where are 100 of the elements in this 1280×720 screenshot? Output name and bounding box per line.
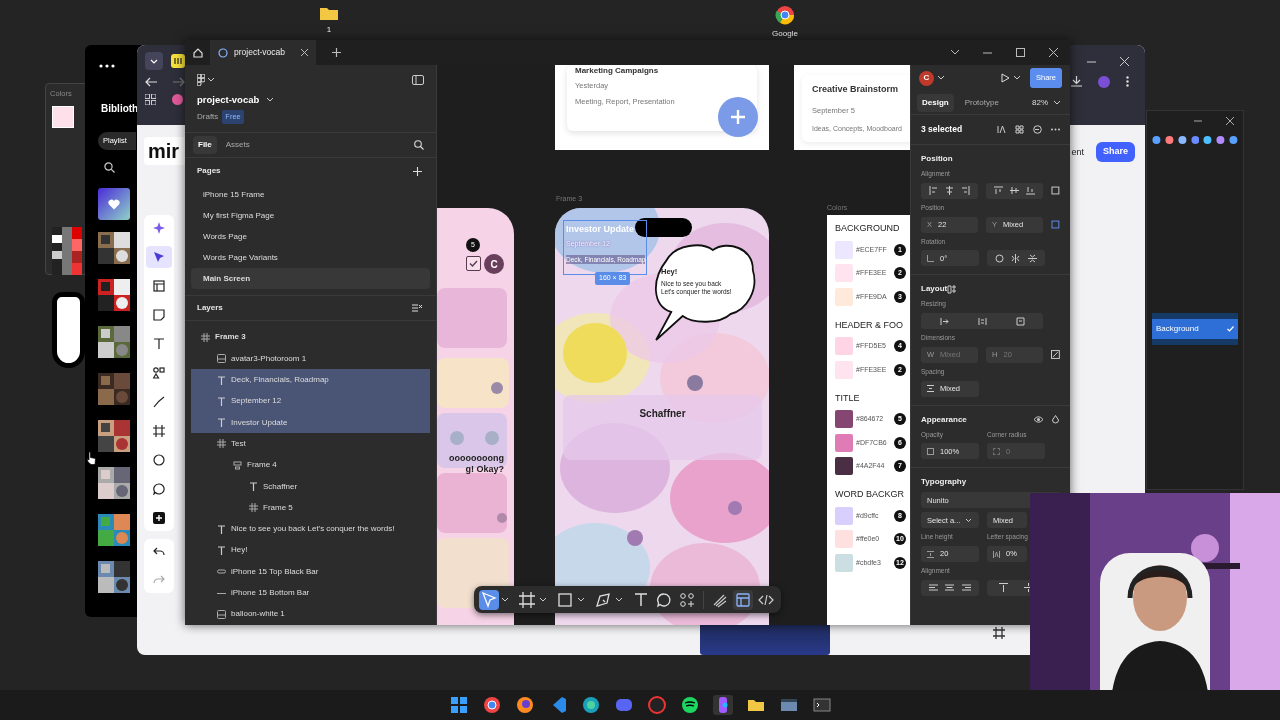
layer-item[interactable]: Investor Update xyxy=(191,412,430,434)
layout-icon[interactable] xyxy=(153,280,165,292)
rotate-icon[interactable] xyxy=(994,253,1004,263)
layer-item[interactable]: avatar3-Photoroom 1 xyxy=(191,348,430,370)
layer-item[interactable]: iPhone 15 Bottom Bar xyxy=(191,582,430,604)
add-icon[interactable] xyxy=(413,166,422,176)
frame-tool-button[interactable] xyxy=(517,589,537,610)
align-middle-icon[interactable] xyxy=(1010,186,1020,196)
undo-icon[interactable] xyxy=(153,546,165,558)
chat-icon[interactable] xyxy=(153,483,165,495)
layer-item[interactable]: Hey! xyxy=(191,539,430,562)
list-icon[interactable] xyxy=(412,303,422,312)
sidebar-toggle-icon[interactable] xyxy=(412,75,424,85)
minimize-icon[interactable] xyxy=(1194,117,1202,125)
caret-icon[interactable] xyxy=(938,76,944,80)
page-item[interactable]: Words Page xyxy=(191,226,430,248)
move-tool-button[interactable] xyxy=(479,589,499,610)
sticky-note-icon[interactable] xyxy=(153,309,165,321)
shapes-icon[interactable] xyxy=(153,367,165,379)
panel-tab[interactable]: Design xyxy=(917,93,954,112)
taskbar-button[interactable] xyxy=(679,695,700,715)
avatar-icon[interactable] xyxy=(1098,76,1110,88)
align-bottom-icon[interactable] xyxy=(1026,186,1036,196)
download-icon[interactable] xyxy=(1071,76,1082,87)
target-icon[interactable] xyxy=(1033,125,1042,134)
figma-logo-icon[interactable] xyxy=(197,74,205,86)
caret-icon[interactable] xyxy=(208,78,214,82)
pen-icon[interactable] xyxy=(153,396,165,408)
forward-icon[interactable] xyxy=(173,77,185,87)
layer-item[interactable]: Frame 5 xyxy=(191,497,430,519)
caret-icon[interactable] xyxy=(502,597,508,602)
caret-icon[interactable] xyxy=(1014,76,1020,80)
align-left-icon[interactable] xyxy=(928,583,938,593)
maximize-icon[interactable] xyxy=(1016,48,1025,57)
back-icon[interactable] xyxy=(145,77,157,87)
align-top-icon[interactable] xyxy=(999,583,1008,593)
home-icon[interactable] xyxy=(192,47,203,58)
file-name[interactable]: project-vocab xyxy=(197,93,260,108)
search-icon[interactable] xyxy=(104,162,115,173)
chevron-down-icon[interactable] xyxy=(951,50,959,55)
resize-icon[interactable] xyxy=(1051,350,1060,360)
pointer-icon[interactable] xyxy=(153,251,165,263)
close-icon[interactable] xyxy=(1120,56,1129,66)
panel-tab[interactable]: Prototype xyxy=(959,93,1004,112)
flip-horizontal-icon[interactable] xyxy=(1011,253,1021,263)
layer-item[interactable]: iPhone 15 Top Black Bar xyxy=(191,561,430,583)
search-icon[interactable] xyxy=(414,139,424,150)
align-right-icon[interactable] xyxy=(961,186,971,196)
text-size-icon[interactable] xyxy=(997,125,1006,134)
layer-item[interactable]: Nice to see you back Let's conquer the words! xyxy=(191,518,430,540)
taskbar-button[interactable] xyxy=(712,695,733,715)
taskbar-button[interactable] xyxy=(580,695,601,715)
layer-item[interactable]: Test xyxy=(191,433,430,455)
close-icon[interactable] xyxy=(1226,117,1234,125)
caret-icon[interactable] xyxy=(1054,100,1060,105)
drop-icon[interactable] xyxy=(1051,415,1060,424)
fixed-width-icon[interactable] xyxy=(939,316,949,326)
caret-icon[interactable] xyxy=(578,597,584,602)
user-avatar[interactable]: C xyxy=(919,70,934,86)
chevron-down-icon[interactable] xyxy=(145,52,163,70)
plus-icon[interactable] xyxy=(153,512,165,524)
play-icon[interactable] xyxy=(1001,72,1010,83)
fill-icon[interactable] xyxy=(1015,316,1025,326)
hug-icon[interactable] xyxy=(977,316,987,326)
page-item[interactable]: My first Figma Page xyxy=(191,205,430,227)
grid-icon[interactable] xyxy=(145,94,156,105)
layer-item[interactable]: September 12 xyxy=(191,390,430,413)
layer-item[interactable]: Frame 3 xyxy=(191,326,430,349)
design-mode-button[interactable] xyxy=(733,589,753,610)
grid-icon[interactable] xyxy=(1015,125,1024,134)
distribute-icon[interactable] xyxy=(1051,186,1060,196)
align-center-icon[interactable] xyxy=(945,583,955,593)
list-item[interactable]: Background xyxy=(1152,319,1238,339)
layer-item[interactable]: Schaffner xyxy=(191,475,430,498)
checkbox[interactable] xyxy=(466,256,481,271)
layer-item[interactable]: balloon-white 1 xyxy=(191,603,430,625)
constraints-icon[interactable] xyxy=(1051,220,1060,229)
text-icon[interactable] xyxy=(153,338,165,350)
align-right-icon[interactable] xyxy=(962,583,972,593)
align-top-icon[interactable] xyxy=(993,186,1003,196)
layer-item[interactable]: Frame 4 xyxy=(191,454,430,476)
frame-icon[interactable] xyxy=(993,627,1005,639)
more-icon[interactable] xyxy=(1126,76,1129,87)
layer-item[interactable]: Deck, Financials, Roadmap xyxy=(191,369,430,391)
caret-icon[interactable] xyxy=(616,597,622,602)
panel-tab[interactable]: Assets xyxy=(220,135,255,154)
caret-icon[interactable] xyxy=(540,597,546,602)
page-item[interactable]: Main Screen xyxy=(191,268,430,290)
share-button[interactable]: Share xyxy=(1096,142,1135,162)
taskbar-button[interactable] xyxy=(448,695,469,715)
align-left-icon[interactable] xyxy=(928,186,938,196)
panel-tab[interactable]: File xyxy=(193,135,217,154)
align-center-icon[interactable] xyxy=(945,186,955,196)
page-item[interactable]: Words Page Variants xyxy=(191,247,430,269)
close-icon[interactable] xyxy=(1049,48,1058,57)
zoom-level[interactable]: 82% xyxy=(1032,96,1048,109)
more-icon[interactable] xyxy=(99,64,115,68)
square-icon[interactable] xyxy=(171,54,185,68)
new-tab-icon[interactable] xyxy=(332,47,341,57)
taskbar-button[interactable] xyxy=(481,695,502,715)
